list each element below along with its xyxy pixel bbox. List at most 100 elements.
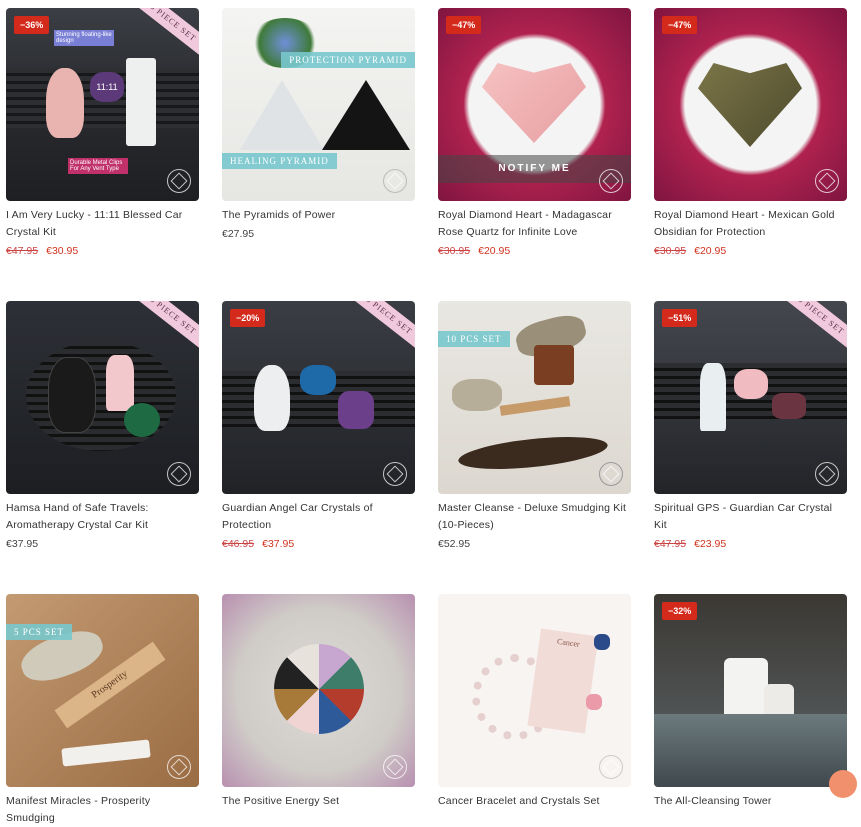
product-image[interactable]: −20% 3 PIECE SET (222, 301, 415, 494)
product-title[interactable]: Royal Diamond Heart - Mexican Gold Obsid… (654, 207, 847, 241)
price-row: €30.95 €20.95 (654, 245, 847, 257)
sticker-text: 11:11 (96, 82, 118, 92)
note-text: Durable Metal Clips For Any Vent Type (70, 160, 123, 172)
brand-logo-icon (599, 755, 623, 779)
card-text: Cancer (556, 636, 581, 649)
product-title[interactable]: The All-Cleansing Tower (654, 793, 847, 810)
brand-logo-icon (383, 169, 407, 193)
product-title[interactable]: Manifest Miracles - Prosperity Smudging (6, 793, 199, 827)
sale-price: €20.95 (478, 245, 511, 257)
product-card[interactable]: −47% NOTIFY ME Royal Diamond Heart - Mad… (438, 8, 631, 257)
product-image[interactable]: −47% (654, 8, 847, 201)
price-row: €47.95 €30.95 (6, 245, 199, 257)
product-card[interactable]: −51% 3 PIECE SET Spiritual GPS - Guardia… (654, 301, 847, 550)
product-card[interactable]: Prosperity 5 PCS SET Manifest Miracles -… (6, 594, 199, 827)
price-row: €27.95 (222, 228, 415, 240)
old-price: €30.95 (438, 245, 471, 257)
product-image[interactable]: PROTECTION PYRAMID HEALING PYRAMID (222, 8, 415, 201)
amethyst-cluster (338, 391, 374, 429)
rose-quartz-heart (482, 63, 586, 143)
obsidian-heart (698, 63, 802, 147)
set-tag: 10 PCS SET (438, 331, 510, 347)
old-price: €47.95 (654, 538, 687, 550)
product-title[interactable]: Spiritual GPS - Guardian Car Crystal Kit (654, 500, 847, 534)
sale-price: €37.95 (262, 538, 295, 550)
angel-crystal (254, 365, 290, 431)
set-ribbon: 3 PIECE SET (129, 301, 199, 353)
price-row: €46.95 €37.95 (222, 538, 415, 550)
old-price: €46.95 (222, 538, 255, 550)
product-title[interactable]: Cancer Bracelet and Crystals Set (438, 793, 631, 810)
crystal-tray (274, 644, 364, 734)
product-card[interactable]: 11:11 Stunning floating-like design Dura… (6, 8, 199, 257)
product-title[interactable]: Master Cleanse - Deluxe Smudging Kit (10… (438, 500, 631, 534)
stick-text: Prosperity (89, 668, 130, 701)
shell-stand (534, 345, 574, 385)
product-card[interactable]: Cancer Cancer Bracelet and Crystals Set (438, 594, 631, 810)
selenite-stick (126, 58, 156, 146)
product-card[interactable]: −47% Royal Diamond Heart - Mexican Gold … (654, 8, 847, 257)
obsidian-pyramid (322, 80, 410, 150)
product-card[interactable]: PROTECTION PYRAMID HEALING PYRAMID The P… (222, 8, 415, 240)
regular-price: €52.95 (438, 538, 471, 550)
discount-badge: −20% (230, 309, 266, 327)
sale-price: €30.95 (46, 245, 79, 257)
chat-bubble-icon[interactable] (829, 770, 857, 798)
product-image[interactable]: Prosperity 5 PCS SET (6, 594, 199, 787)
discount-badge: −51% (662, 309, 698, 327)
zodiac-card: Cancer (527, 628, 599, 734)
product-image[interactable]: −51% 3 PIECE SET (654, 301, 847, 494)
brand-logo-icon (815, 462, 839, 486)
product-card[interactable]: −32% The All-Cleansing Tower (654, 594, 857, 810)
apatite-heart (300, 365, 336, 395)
product-image[interactable]: 10 PCS SET (438, 301, 631, 494)
product-image[interactable]: −32% (654, 594, 847, 787)
set-ribbon: 3 PIECE SET (777, 301, 847, 353)
old-price: €30.95 (654, 245, 687, 257)
product-image[interactable]: 3 PIECE SET (6, 301, 199, 494)
brand-logo-icon (383, 462, 407, 486)
rose-quartz-point (106, 355, 134, 411)
product-title[interactable]: Guardian Angel Car Crystals of Protectio… (222, 500, 415, 534)
product-image[interactable]: Cancer (438, 594, 631, 787)
clear-quartz-point (700, 363, 726, 431)
brand-logo-icon (167, 169, 191, 193)
product-title[interactable]: The Positive Energy Set (222, 793, 415, 810)
angel-crystal (46, 68, 84, 138)
product-image[interactable]: −47% NOTIFY ME (438, 8, 631, 201)
product-title[interactable]: I Am Very Lucky - 11:11 Blessed Car Crys… (6, 207, 199, 241)
brand-logo-icon (167, 462, 191, 486)
garnet-stone (772, 393, 806, 419)
palo-santo (499, 396, 571, 416)
discount-badge: −47% (446, 16, 482, 34)
brand-logo-icon (599, 169, 623, 193)
price-row: €47.95 €23.95 (654, 538, 847, 550)
product-card[interactable]: 3 PIECE SET Hamsa Hand of Safe Travels: … (6, 301, 199, 550)
product-card[interactable]: The Positive Energy Set (222, 594, 415, 810)
clear-pyramid (240, 80, 324, 150)
note-text: Stunning floating-like design (56, 32, 112, 44)
callout-note: Stunning floating-like design (54, 30, 114, 46)
cloth-graphic (654, 714, 847, 787)
product-title[interactable]: Hamsa Hand of Safe Travels: Aromatherapy… (6, 500, 199, 534)
product-image[interactable]: 11:11 Stunning floating-like design Dura… (6, 8, 199, 201)
product-title[interactable]: Royal Diamond Heart - Madagascar Rose Qu… (438, 207, 631, 241)
product-card[interactable]: 10 PCS SET Master Cleanse - Deluxe Smudg… (438, 301, 631, 550)
brand-logo-icon (167, 755, 191, 779)
set-tag: 5 PCS SET (6, 624, 73, 640)
sage-bundle (452, 379, 502, 411)
callout-note: Durable Metal Clips For Any Vent Type (68, 158, 128, 174)
rose-quartz-heart (734, 369, 768, 399)
product-title[interactable]: The Pyramids of Power (222, 207, 415, 224)
heart-sticker: 11:11 (90, 72, 124, 102)
regular-price: €37.95 (6, 538, 39, 550)
price-row: €37.95 (6, 538, 199, 550)
set-ribbon: 3 PIECE SET (129, 8, 199, 60)
product-card[interactable]: −20% 3 PIECE SET Guardian Angel Car Crys… (222, 301, 415, 550)
pyramid-tag: PROTECTION PYRAMID (281, 52, 415, 68)
discount-badge: −36% (14, 16, 50, 34)
brand-logo-icon (815, 169, 839, 193)
set-ribbon: 3 PIECE SET (345, 301, 415, 353)
product-image[interactable] (222, 594, 415, 787)
feather (456, 431, 610, 475)
